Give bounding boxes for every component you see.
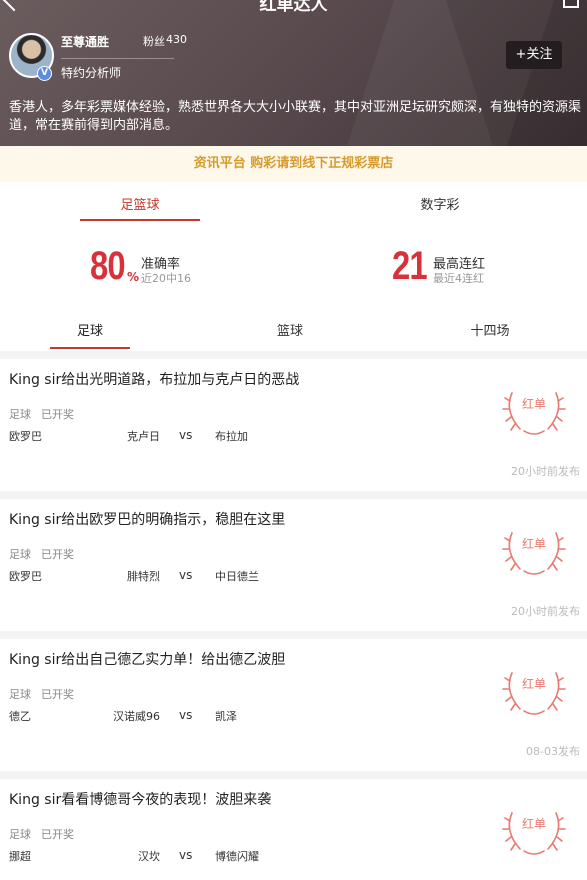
card-status: 已开奖 [41, 688, 74, 701]
accuracy-sub: 近20中16 [141, 272, 191, 285]
section-separator [0, 491, 587, 499]
red-stamp-icon: 红单 [498, 807, 570, 859]
card-sport: 足球 [9, 828, 31, 841]
card-meta: 足球 已开奖 [9, 406, 84, 422]
expert-name: 至尊通胜 [61, 35, 110, 49]
stamp-label: 红单 [521, 817, 546, 831]
card-vs: vs [179, 848, 193, 862]
active-subtab-indicator [50, 347, 130, 349]
share-icon[interactable] [563, 0, 579, 8]
card-league: 挪超 [9, 850, 31, 863]
subtab-fourteen[interactable]: 十四场 [450, 320, 530, 339]
card-away-team: 中日德兰 [215, 570, 259, 583]
card-publish-time: 08-03发布 [526, 745, 580, 758]
red-stamp-icon: 红单 [498, 387, 570, 439]
card-meta: 足球 已开奖 [9, 546, 84, 562]
card-vs: vs [179, 428, 193, 442]
red-stamp-icon: 红单 [498, 667, 570, 719]
accuracy-percent-sign: % [127, 270, 140, 284]
expert-bio: 香港人，多年彩票媒体经验，熟悉世界各大大小小联赛，其中对亚洲足坛研究颇深，有独特… [9, 100, 582, 133]
card-status: 已开奖 [41, 408, 74, 421]
card-league: 德乙 [9, 710, 31, 723]
card-league: 欧罗巴 [9, 570, 42, 583]
card-vs: vs [179, 708, 193, 722]
card-vs: vs [179, 568, 193, 582]
stamp-label: 红单 [521, 677, 546, 691]
card-sport: 足球 [9, 408, 31, 421]
streak-value: 21 [392, 244, 428, 288]
active-tab-indicator [80, 219, 200, 221]
divider [61, 58, 174, 59]
card-title[interactable]: King sir给出欧罗巴的明确指示，稳胆在这里 [9, 509, 285, 529]
card-away-team: 凯泽 [215, 710, 237, 723]
card-league: 欧罗巴 [9, 430, 42, 443]
card-sport: 足球 [9, 548, 31, 561]
page-title: 红单达人 [259, 0, 328, 15]
card-meta: 足球 已开奖 [9, 826, 84, 842]
section-separator [0, 351, 587, 359]
subtab-football[interactable]: 足球 [50, 320, 130, 339]
card-away-team: 布拉加 [215, 430, 248, 443]
red-stamp-icon: 红单 [498, 527, 570, 579]
card-status: 已开奖 [41, 548, 74, 561]
card-sport: 足球 [9, 688, 31, 701]
card-status: 已开奖 [41, 828, 74, 841]
profile-header: 红单达人 V 至尊通胜 粉丝 430 特约分析师 +关注 香港人，多年彩票媒体经… [0, 0, 587, 146]
card-title[interactable]: King sir给出光明道路，布拉加与克卢日的恶战 [9, 369, 299, 389]
follow-button[interactable]: +关注 [506, 41, 562, 69]
card-publish-time: 20小时前发布 [511, 465, 580, 478]
tab-digital-lottery[interactable]: 数字彩 [380, 194, 500, 213]
article-card[interactable]: King sir给出光明道路，布拉加与克卢日的恶战 足球 已开奖 欧罗巴 克卢日 … [0, 359, 587, 491]
tab-football-basketball[interactable]: 足篮球 [80, 194, 200, 213]
fans-label: 粉丝 [143, 35, 165, 48]
article-card[interactable]: King sir给出自己德乙实力单！给出德乙波胆 足球 已开奖 德乙 汉诺威96 … [0, 639, 587, 771]
card-home-team: 汉诺威96 [113, 710, 160, 723]
stamp-label: 红单 [521, 537, 546, 551]
fans-count: 430 [166, 33, 187, 46]
verified-badge: V [37, 66, 52, 81]
section-separator [0, 631, 587, 639]
expert-role: 特约分析师 [61, 66, 122, 80]
card-home-team: 汉坎 [138, 850, 160, 863]
article-card[interactable]: King sir给出欧罗巴的明确指示，稳胆在这里 足球 已开奖 欧罗巴 腓特烈 v… [0, 499, 587, 631]
card-publish-time: 20小时前发布 [511, 605, 580, 618]
accuracy-value: 80 [90, 244, 126, 288]
article-card[interactable]: King sir看看博德哥今夜的表现！波胆来袭 足球 已开奖 挪超 汉坎 vs 博… [0, 779, 587, 880]
section-separator [0, 771, 587, 779]
card-home-team: 克卢日 [127, 430, 160, 443]
card-meta: 足球 已开奖 [9, 686, 84, 702]
streak-sub: 最近4连红 [433, 272, 484, 285]
card-title[interactable]: King sir给出自己德乙实力单！给出德乙波胆 [9, 649, 285, 669]
notice-banner: 资讯平台 购彩请到线下正规彩票店 [0, 146, 587, 182]
card-home-team: 腓特烈 [127, 570, 160, 583]
stamp-label: 红单 [521, 397, 546, 411]
card-away-team: 博德闪耀 [215, 850, 259, 863]
card-title[interactable]: King sir看看博德哥今夜的表现！波胆来袭 [9, 789, 271, 809]
subtab-basketball[interactable]: 篮球 [250, 320, 330, 339]
